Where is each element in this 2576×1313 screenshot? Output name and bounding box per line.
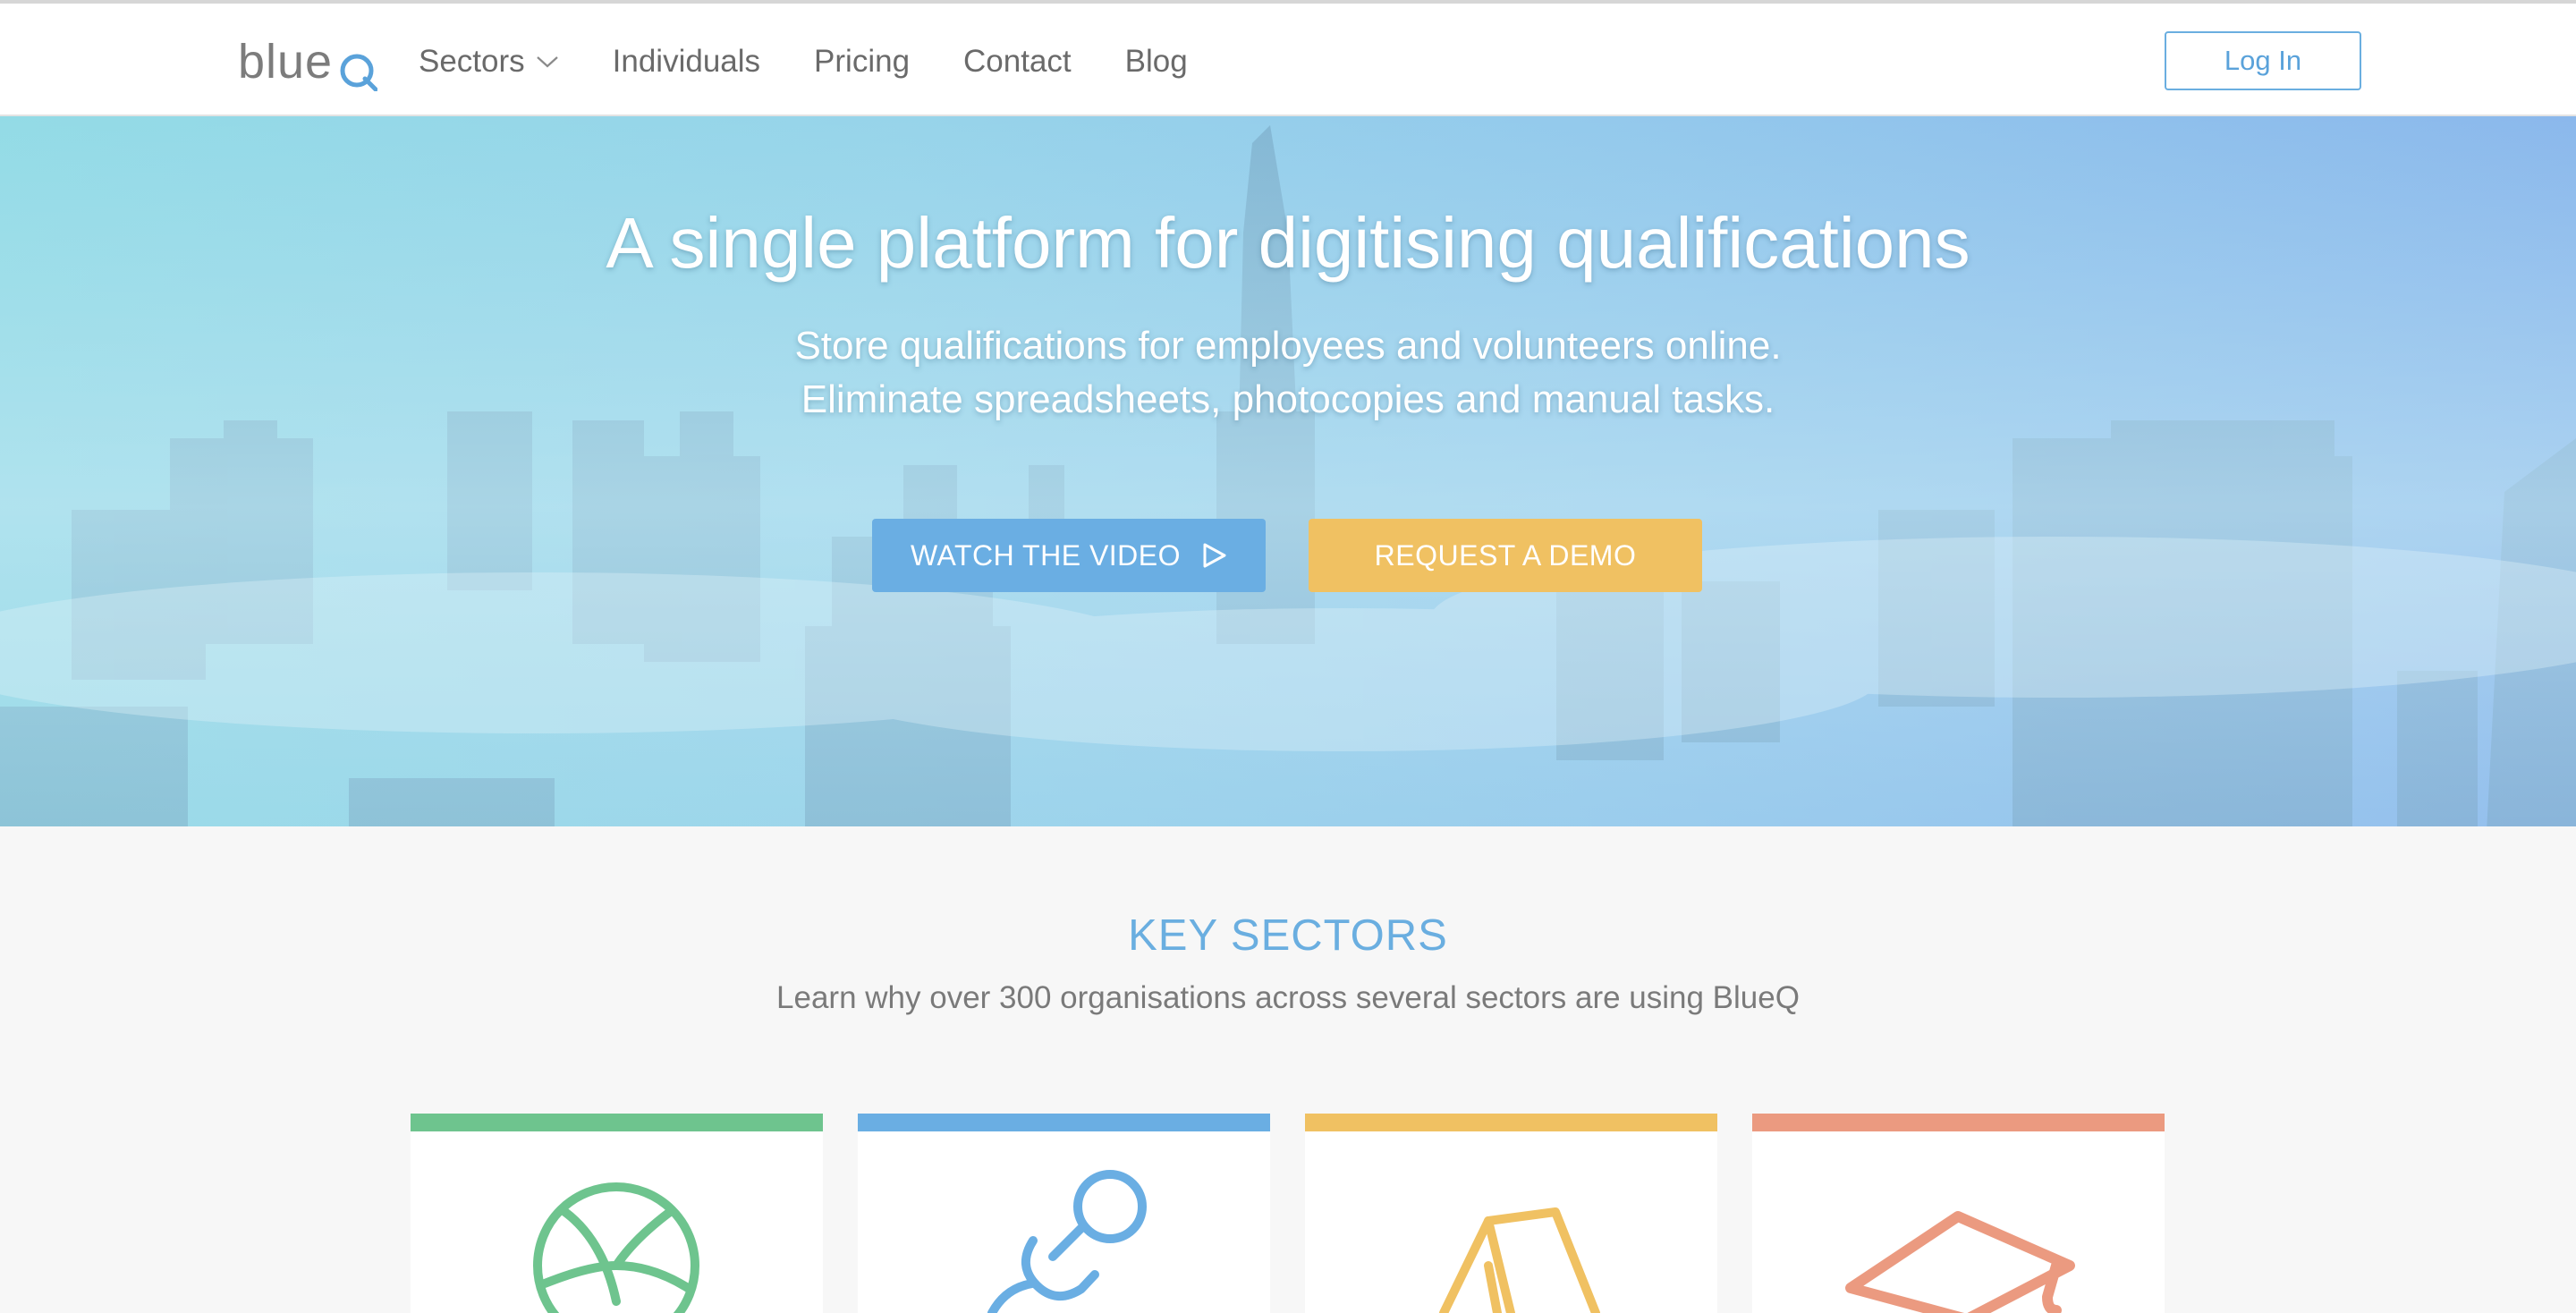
tent-icon	[1439, 1207, 1600, 1313]
nav-link-label: Pricing	[814, 44, 911, 79]
logo-text: blue	[238, 35, 334, 89]
request-demo-button[interactable]: REQUEST A DEMO	[1309, 519, 1702, 592]
sector-card-accent-bar	[1752, 1114, 2165, 1131]
watch-video-button[interactable]: WATCH THE VIDEO	[872, 519, 1266, 592]
sector-card-outdoor[interactable]	[1305, 1114, 1717, 1313]
sports-ball-icon	[533, 1182, 699, 1313]
nav-link-label: Sectors	[419, 44, 525, 79]
hero-subtitle-line2: Eliminate spreadsheets, photocopies and …	[801, 377, 1775, 421]
nav-link-label: Contact	[963, 44, 1072, 79]
nav-link-individuals[interactable]: Individuals	[613, 44, 760, 80]
request-demo-label: REQUEST A DEMO	[1374, 538, 1637, 572]
play-icon	[1203, 543, 1226, 568]
hero-banner: A single platform for digitising qualifi…	[0, 116, 2576, 826]
sector-card-sport[interactable]	[411, 1114, 823, 1313]
nav-link-sectors[interactable]: Sectors	[419, 44, 559, 80]
logo-q-icon	[338, 47, 378, 92]
nav-link-label: Blog	[1124, 44, 1188, 79]
nav-links: Sectors Individuals Pricing Contact Blog	[419, 30, 1241, 93]
nav-link-blog[interactable]: Blog	[1125, 44, 1188, 80]
chevron-down-icon	[536, 56, 558, 68]
top-navigation-bar: blue Sectors Individuals Pricing Contact…	[0, 0, 2576, 116]
key-sectors-heading: KEY SECTORS	[1128, 911, 1448, 960]
pacifier-icon	[987, 1170, 1147, 1313]
nav-link-contact[interactable]: Contact	[963, 44, 1072, 80]
blueq-logo[interactable]: blue	[238, 30, 378, 93]
nav-link-label: Individuals	[612, 44, 761, 79]
graduation-cap-icon	[1845, 1211, 2075, 1313]
sector-card-accent-bar	[411, 1114, 823, 1131]
nav-link-pricing[interactable]: Pricing	[814, 44, 910, 80]
login-button[interactable]: Log In	[2165, 31, 2361, 90]
sector-card-childcare[interactable]	[858, 1114, 1270, 1313]
watch-video-label: WATCH THE VIDEO	[910, 538, 1182, 572]
hero-title: A single platform for digitising qualifi…	[606, 203, 1970, 283]
key-sectors-subtitle: Learn why over 300 organisations across …	[776, 980, 1800, 1015]
sector-card-education[interactable]	[1752, 1114, 2165, 1313]
sector-card-accent-bar	[1305, 1114, 1717, 1131]
sector-card-accent-bar	[858, 1114, 1270, 1131]
hero-subtitle-line1: Store qualifications for employees and v…	[794, 324, 1782, 368]
